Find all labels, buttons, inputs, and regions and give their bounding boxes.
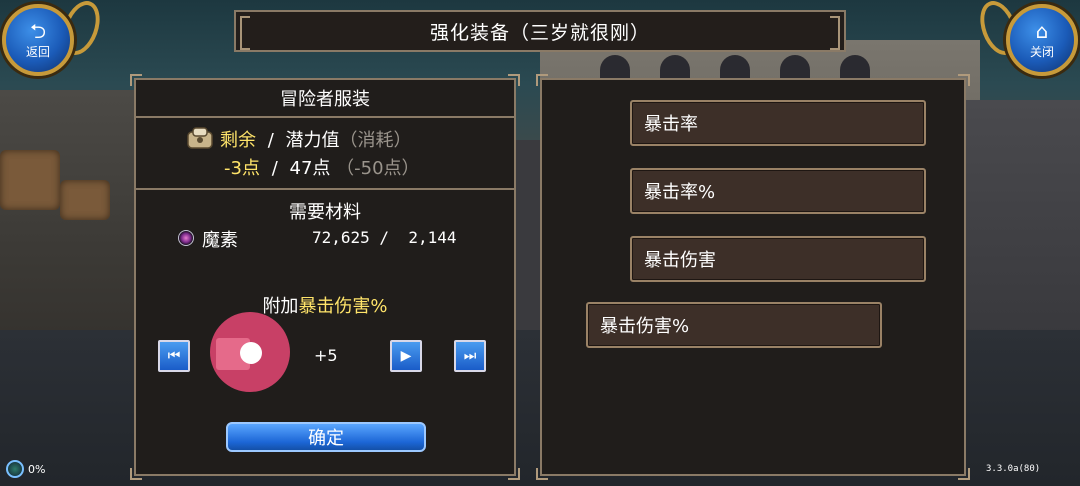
attach-prefix: 附加 <box>262 296 299 317</box>
skip-to-start-icon: ⏮ <box>167 348 181 364</box>
enhance-level-value: +5 <box>314 346 338 365</box>
title-bar: 强化装备（三岁就很刚） <box>234 10 846 52</box>
back-button-label: 返回 <box>25 44 50 59</box>
loading-swirl-icon <box>6 460 24 478</box>
bag-icon <box>187 127 213 149</box>
back-button[interactable]: ⮌ 返回 <box>2 4 74 76</box>
version-label: 3.3.0a(80) <box>986 464 1041 474</box>
home-icon: ⌂ <box>1035 18 1049 43</box>
materials-title: 需要材料 <box>289 202 361 223</box>
close-button-label: 关闭 <box>1029 44 1054 59</box>
option-crit-damage[interactable]: 暴击伤害 <box>630 236 926 282</box>
option-crit-rate-percent[interactable]: 暴击率% <box>630 168 926 214</box>
points-section: 剩余 / 潜力值（消耗） -3点 / 47点 （-50点） <box>136 116 514 190</box>
play-next-icon: ▶ <box>400 348 412 364</box>
potential-label: 潜力值 <box>285 130 340 151</box>
close-button[interactable]: ⌂ 关闭 <box>1006 4 1078 76</box>
consume-label: （消耗） <box>339 130 412 151</box>
download-progress: 0% <box>6 460 45 478</box>
option-crit-rate[interactable]: 暴击率 <box>630 100 926 146</box>
last-button[interactable]: ⏭ <box>454 340 486 372</box>
confirm-button[interactable]: 确定 <box>226 422 426 452</box>
remaining-value: -3点 <box>224 158 260 179</box>
first-button[interactable]: ⏮ <box>158 340 190 372</box>
material-amount: 72,625 / 2,144 <box>312 228 457 247</box>
material-name: 魔素 <box>202 230 238 251</box>
consume-value: （-50点） <box>336 158 420 179</box>
next-button[interactable]: ▶ <box>390 340 422 372</box>
slider-thumb[interactable] <box>240 342 262 364</box>
remaining-label: 剩余 <box>220 130 256 151</box>
page-title: 强化装备（三岁就很刚） <box>429 21 650 44</box>
separator: / <box>271 158 278 179</box>
enhance-panel: 冒险者服装 剩余 / 潜力值（消耗） -3点 / 47点 （-50点） 需要材料… <box>130 74 520 480</box>
potential-value: 47点 <box>289 158 331 179</box>
back-arrow-icon: ⮌ <box>29 18 47 43</box>
mana-orb-icon <box>178 230 194 246</box>
equipment-name: 冒险者服装 <box>136 80 514 118</box>
separator: / <box>267 130 274 151</box>
attach-attribute: 附加暴击伤害% <box>136 292 514 318</box>
attach-attribute-name: 暴击伤害% <box>298 296 388 317</box>
progress-percent: 0% <box>28 462 46 476</box>
skip-to-end-icon: ⏭ <box>463 348 477 364</box>
option-crit-damage-percent[interactable]: 暴击伤害% <box>586 302 882 348</box>
